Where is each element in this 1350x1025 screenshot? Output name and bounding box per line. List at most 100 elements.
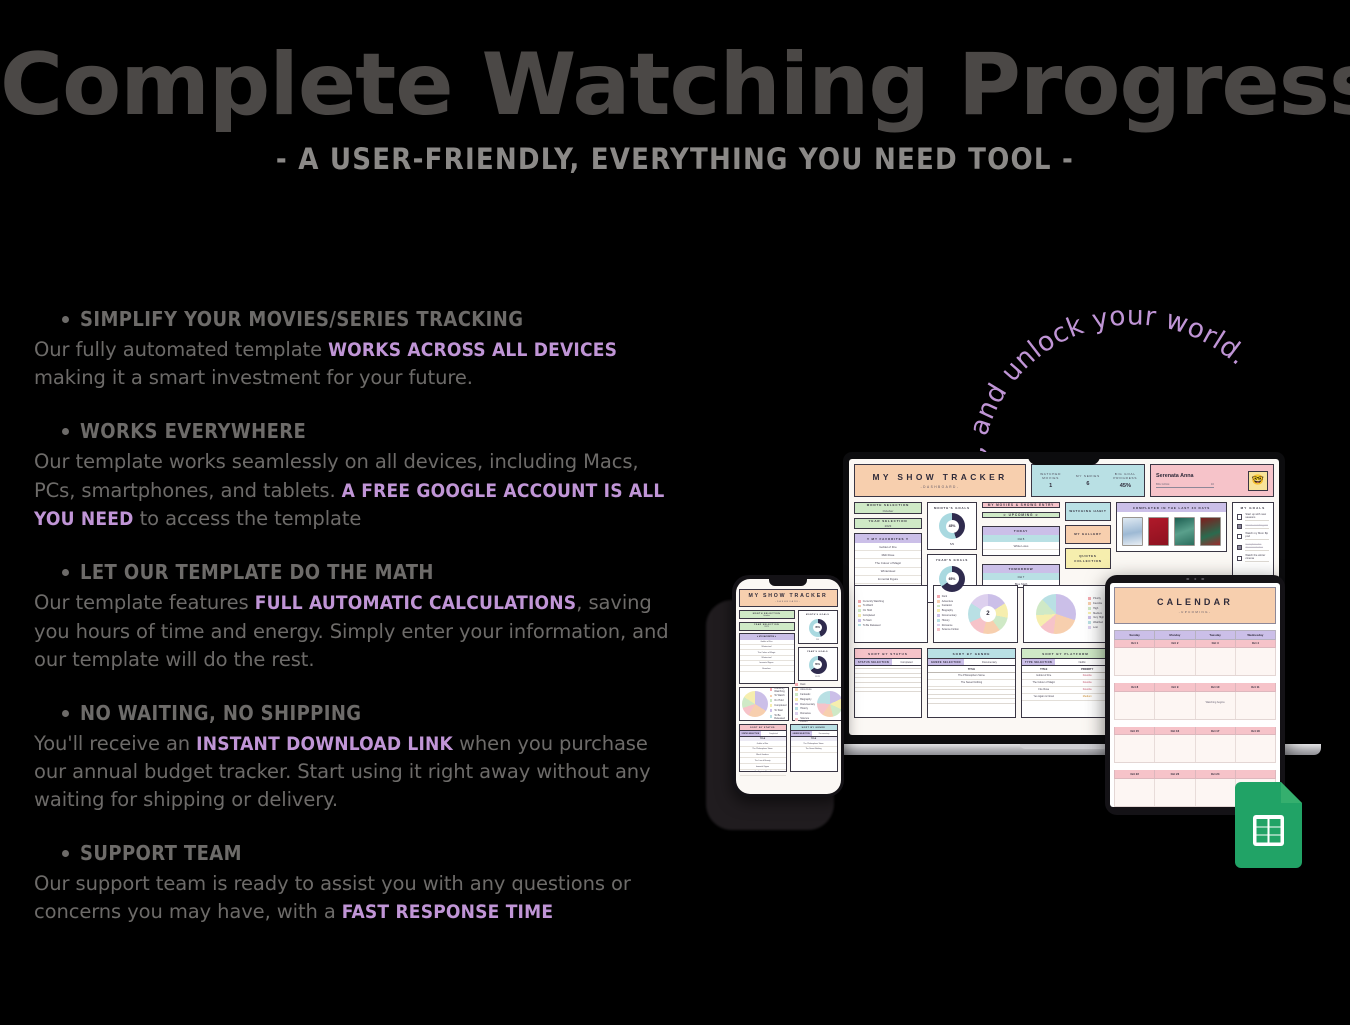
- phone-favorites-items: Goblet of Fire Wintersteel The Colour of M…: [739, 640, 794, 672]
- legend-label: Completed: [774, 704, 787, 707]
- sort-platform-header: SORT BY PLATFORM: [1022, 649, 1109, 659]
- user-goal-value: 16: [1210, 482, 1214, 486]
- goal-checkbox[interactable]: [1237, 533, 1243, 540]
- calendar-cell[interactable]: [1196, 735, 1236, 763]
- my-goals-header: MY GOALS: [1240, 506, 1266, 510]
- legend-label: Biography: [800, 697, 812, 701]
- month-goal-donut: 45%: [939, 513, 965, 540]
- poster-thumbnail[interactable]: [1122, 517, 1143, 546]
- legend-swatch: [937, 599, 940, 603]
- goal-checkbox[interactable]: [1237, 544, 1243, 551]
- bullet-icon: [62, 569, 69, 577]
- row-title: Goblet of Fire: [1036, 674, 1052, 678]
- calendar-cell[interactable]: [1196, 648, 1236, 676]
- legend-label: Medium: [1093, 611, 1103, 615]
- genre-selection-dropdown[interactable]: GENRE SELECTION Documentary: [928, 659, 1015, 667]
- favorites-header: ♥ MY FAVORITES ♥: [855, 534, 921, 543]
- legend-swatch: [858, 618, 861, 622]
- year-goal-title: YEAR'S GOALS: [935, 558, 969, 563]
- calendar-cell[interactable]: [1115, 735, 1156, 763]
- calendar-cell[interactable]: [1196, 778, 1236, 806]
- goal-checkbox[interactable]: [1237, 555, 1243, 562]
- goals-column: MONTH'S GOALS 45% 5/9 YEAR'S GOALS 65%: [927, 502, 977, 603]
- phone-month-goal: MONTH'S GOALS 45% 5/9: [797, 610, 838, 644]
- goal-row: Finish watching list: [1237, 524, 1269, 530]
- phone-year-goal: YEAR'S GOALS 65% 11/21: [797, 647, 838, 681]
- legend-swatch: [769, 699, 773, 703]
- calendar-cell[interactable]: [1236, 692, 1275, 719]
- page-title: Complete Watching Progress: [0, 35, 1350, 135]
- legend-item: To Be Released: [769, 714, 787, 720]
- month-goal-pct: 45%: [948, 524, 956, 529]
- selection-column: MONTH SELECTION October YEAR SELECTION 2…: [854, 502, 922, 594]
- feature-heading-text: SUPPORT TEAM: [80, 841, 242, 866]
- calendar-cell[interactable]: [1155, 691, 1196, 719]
- sort-genre-header: SORT BY GENRE: [928, 649, 1015, 659]
- calendar-week: Oct 15 Oct 16 Oct 17 Oct 18: [1114, 726, 1276, 764]
- calendar-cell[interactable]: Watching begins: [1196, 691, 1236, 719]
- phone-year-donut: 65%: [808, 655, 827, 674]
- poster-thumbnail[interactable]: [1174, 517, 1195, 546]
- watching-habit-tile[interactable]: WATCHING HABIT: [1065, 502, 1111, 521]
- calendar-cell[interactable]: [1115, 691, 1156, 719]
- phone-year-goal-title: YEAR'S GOALS: [806, 650, 829, 653]
- table-row: The Colour of Magic Favorite: [1022, 680, 1109, 687]
- my-gallery-tile[interactable]: MY GALLERY: [1065, 525, 1111, 544]
- stat-watched-movies: WATCHED MOVIES 1: [1032, 472, 1069, 489]
- calendar-cell[interactable]: [1115, 648, 1156, 676]
- row-title: The Philosophers Stone: [958, 674, 985, 678]
- poster-thumbnail[interactable]: [1200, 517, 1221, 546]
- legend-label: Fantastic: [941, 604, 952, 608]
- type-selection-value: Netflix: [1078, 660, 1086, 664]
- goal-checkbox[interactable]: [1237, 524, 1243, 530]
- calendar-date: Oct 8: [1115, 683, 1156, 691]
- poster-thumbnail[interactable]: [1148, 517, 1169, 546]
- month-selection-dropdown[interactable]: MONTH SELECTION October: [854, 502, 922, 514]
- legend-swatch: [1088, 621, 1092, 625]
- legend-item: Completed: [769, 704, 787, 707]
- phone-month-value: October: [762, 614, 771, 617]
- legend-swatch: [937, 618, 940, 622]
- legend-label: Romance: [800, 712, 811, 716]
- legend-item: To Watch: [858, 604, 884, 607]
- type-selection-dropdown[interactable]: TYPE SELECTION Netflix: [1022, 659, 1109, 667]
- calendar-cell-row: Watching begins: [1114, 691, 1276, 720]
- phone-month-selection[interactable]: MONTH SELECTION October: [738, 610, 795, 620]
- calendar-cell[interactable]: [1236, 735, 1275, 762]
- month-goal-title: MONTH'S GOALS: [934, 506, 970, 510]
- legend-swatch: [937, 623, 940, 627]
- goal-text: Start up with new seasons: [1245, 513, 1269, 521]
- status-selection-label: STATUS SELECTION: [855, 659, 893, 666]
- legend-swatch: [937, 604, 940, 608]
- legend-swatch: [1088, 616, 1092, 620]
- year-selection-dropdown[interactable]: YEAR SELECTION 2023: [854, 517, 922, 529]
- day-header: Wednesday: [1247, 632, 1264, 637]
- calendar-cell[interactable]: [1236, 648, 1275, 675]
- legend-swatch: [858, 614, 861, 617]
- phone-status-value: Completed: [769, 732, 778, 735]
- quotes-collection-tile[interactable]: QUOTES COLLECTION: [1065, 548, 1111, 569]
- calendar-cell[interactable]: [1155, 648, 1196, 676]
- legend-item: Science Fiction: [795, 717, 815, 723]
- legend-item: Fantastic: [937, 604, 959, 607]
- calendar-date: Oct 17: [1196, 726, 1236, 735]
- phone-year-selection[interactable]: YEAR SELECTION 2023: [738, 621, 795, 631]
- calendar-cell[interactable]: [1155, 735, 1196, 763]
- phone-mockup: —⚙ MY SHOW TRACKER -DASHBOARD- MONTH SEL…: [732, 575, 844, 797]
- legend-label: Adventure: [800, 688, 812, 692]
- calendar-cell[interactable]: [1155, 778, 1196, 806]
- stat-my-series: MY SERIES 6: [1069, 474, 1106, 487]
- upcoming-button[interactable]: ☆ UPCOMING ☆: [982, 512, 1060, 518]
- status-legend: Currently Watching To Watch On Hold Complet…: [858, 600, 884, 629]
- legend-swatch: [1088, 626, 1092, 629]
- calendar-date-row: Oct 1 Oct 2 Oct 3 Oct 4: [1114, 639, 1276, 649]
- month-selection-label: MONTH SELECTION: [866, 503, 910, 507]
- legend-swatch: [795, 707, 799, 711]
- user-card: Serenata Anna BIG GOAL: 16 🤓: [1150, 464, 1274, 497]
- upcoming-today-header: TODAY: [983, 527, 1059, 535]
- legend-swatch: [1088, 606, 1092, 610]
- calendar-cell[interactable]: [1115, 778, 1156, 806]
- entry-button[interactable]: MY MOVIES & SHOWS ENTRY: [982, 502, 1060, 508]
- status-selection-dropdown[interactable]: STATUS SELECTION Completed: [855, 659, 921, 667]
- goal-checkbox[interactable]: [1237, 514, 1243, 520]
